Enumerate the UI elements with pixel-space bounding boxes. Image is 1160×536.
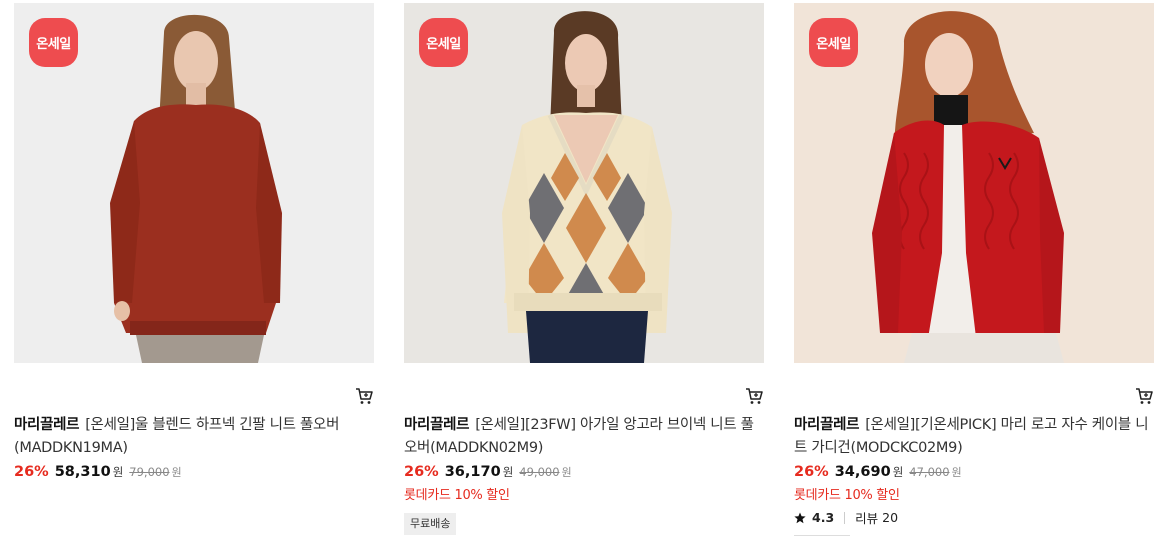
cart-icon[interactable] (744, 386, 764, 406)
product-card[interactable]: 온세일 마리끌레르 [온세일][기온세PICK] 마리 로고 자수 케이블 니트 … (794, 3, 1154, 536)
sale-price: 36,170 (444, 464, 501, 480)
cart-icon[interactable] (1134, 386, 1154, 406)
rating-score: 4.3 (812, 510, 835, 525)
original-price: 47,000 (909, 465, 950, 479)
product-title[interactable]: 마리끌레르 [온세일][기온세PICK] 마리 로고 자수 케이블 니트 가디건(… (794, 414, 1154, 460)
card-discount-promo: 롯데카드 10% 할인 (404, 488, 510, 503)
discount-rate: 26% (794, 464, 829, 480)
product-title[interactable]: 마리끌레르 [온세일]울 블렌드 하프넥 긴팔 니트 풀오버(MADDKN19MA… (14, 414, 374, 460)
brand-name: 마리끌레르 (404, 417, 470, 433)
original-currency-unit: 원 (171, 466, 182, 479)
price-row: 26% 58,310 원 79,000 원 (14, 464, 182, 480)
rating-row[interactable]: 4.3 리뷰 20 (794, 508, 898, 527)
product-card[interactable]: 온세일 마리끌레르 [온세일]울 블렌드 하프넥 긴팔 니트 풀오버(MADDKN… (14, 3, 374, 480)
free-shipping-tag: 무료배송 (404, 513, 457, 535)
original-currency-unit: 원 (951, 466, 962, 479)
product-grid: 온세일 마리끌레르 [온세일]울 블렌드 하프넥 긴팔 니트 풀오버(MADDKN… (0, 0, 1160, 536)
currency-unit: 원 (502, 465, 514, 479)
star-icon (794, 512, 806, 523)
product-image[interactable]: 온세일 (404, 3, 764, 363)
original-price: 49,000 (519, 465, 560, 479)
cart-icon[interactable] (354, 386, 374, 406)
product-image[interactable]: 온세일 (14, 3, 374, 363)
on-sale-badge: 온세일 (809, 18, 858, 67)
sale-price: 58,310 (54, 464, 111, 480)
discount-rate: 26% (404, 464, 439, 480)
brand-name: 마리끌레르 (14, 417, 80, 433)
original-currency-unit: 원 (561, 466, 572, 479)
brand-name: 마리끌레르 (794, 417, 860, 433)
product-image[interactable]: 온세일 (794, 3, 1154, 363)
currency-unit: 원 (892, 465, 904, 479)
sale-price: 34,690 (834, 464, 891, 480)
card-discount-promo: 롯데카드 10% 할인 (794, 488, 900, 503)
product-card[interactable]: 온세일 마리끌레르 [온세일][23FW] 아가일 앙고라 브이넥 니트 풀오버(… (404, 3, 764, 535)
review-count: 20 (882, 510, 899, 525)
price-row: 26% 36,170 원 49,000 원 (404, 464, 572, 480)
original-price: 79,000 (129, 465, 170, 479)
divider (844, 511, 846, 524)
on-sale-badge: 온세일 (419, 18, 468, 67)
currency-unit: 원 (112, 465, 124, 479)
on-sale-badge: 온세일 (29, 18, 78, 67)
discount-rate: 26% (14, 464, 49, 480)
price-row: 26% 34,690 원 47,000 원 (794, 464, 962, 480)
review-label: 리뷰 (855, 511, 879, 526)
product-title[interactable]: 마리끌레르 [온세일][23FW] 아가일 앙고라 브이넥 니트 풀오버(MADD… (404, 414, 764, 460)
